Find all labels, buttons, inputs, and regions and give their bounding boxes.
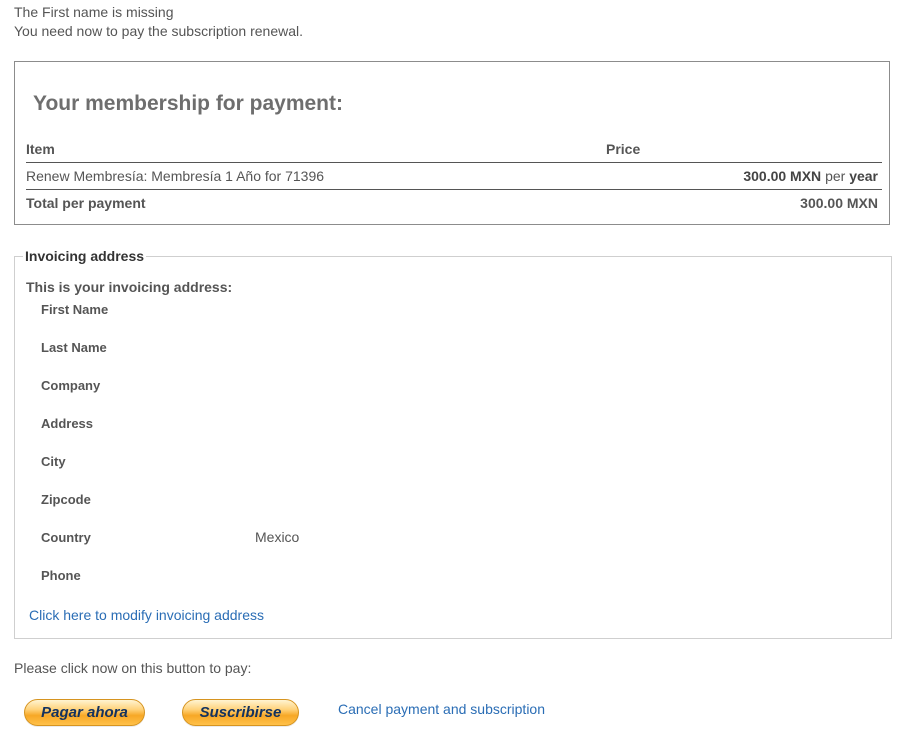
invoicing-address-fieldset: Invoicing address This is your invoicing… [14, 248, 892, 639]
modify-invoicing-address-link[interactable]: Click here to modify invoicing address [29, 607, 264, 623]
price-period: year [849, 168, 878, 184]
invoicing-intro: This is your invoicing address: [26, 279, 233, 295]
membership-item: Renew Membresía: Membresía 1 Año for 713… [26, 168, 325, 184]
price-per: per [825, 168, 846, 184]
item-column-header: Item [26, 141, 55, 157]
first-name-label: First Name [41, 302, 109, 317]
total-amount: 300.00 MXN [800, 195, 878, 211]
header-divider [26, 162, 882, 163]
subscribe-label: Suscribirse [199, 704, 282, 721]
city-label: City [41, 454, 66, 469]
subscribe-button[interactable]: Suscribirse [182, 699, 299, 726]
error-message: The First name is missing [14, 4, 174, 20]
pay-now-button[interactable]: Pagar ahora [24, 699, 145, 726]
membership-panel: Your membership for payment: Item Price … [14, 61, 890, 225]
country-value: Mexico [255, 529, 300, 545]
country-label: Country [41, 530, 91, 545]
invoicing-legend: Invoicing address [23, 248, 147, 264]
membership-price: 300.00 MXN per year [743, 168, 878, 184]
membership-title: Your membership for payment: [33, 92, 343, 115]
row-divider [26, 189, 882, 190]
phone-label: Phone [41, 568, 81, 583]
cancel-payment-link[interactable]: Cancel payment and subscription [338, 701, 545, 717]
total-label: Total per payment [26, 195, 146, 211]
info-message: You need now to pay the subscription ren… [14, 23, 304, 39]
last-name-label: Last Name [41, 340, 107, 355]
price-column-header: Price [606, 141, 641, 157]
company-label: Company [41, 378, 101, 393]
pay-now-label: Pagar ahora [41, 704, 128, 721]
price-amount: 300.00 MXN [743, 168, 822, 184]
payment-prompt: Please click now on this button to pay: [14, 660, 252, 676]
zipcode-label: Zipcode [41, 492, 91, 507]
address-label: Address [41, 416, 94, 431]
